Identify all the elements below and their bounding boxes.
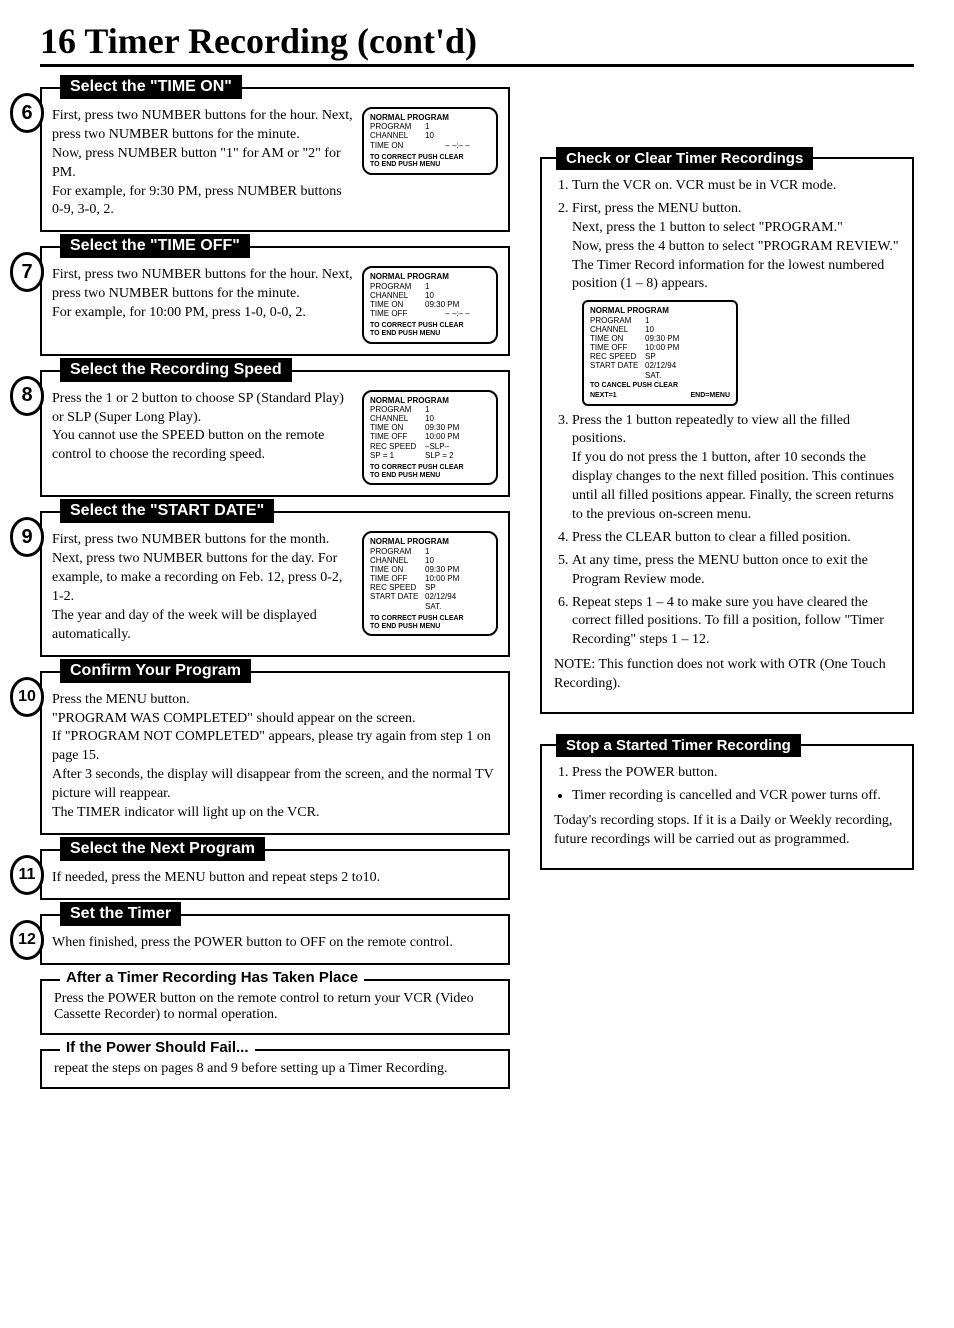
note-text: NOTE: This function does not work with O… (554, 656, 900, 694)
step-number: 12 (10, 920, 44, 960)
list-item: Timer recording is cancelled and VCR pow… (572, 787, 900, 806)
step-text: Press the 1 or 2 button to choose SP (St… (52, 390, 354, 466)
step-number: 6 (10, 93, 44, 133)
list-item: Press the POWER button. (572, 764, 900, 783)
after-recording-box: After a Timer Recording Has Taken Place … (40, 979, 510, 1035)
step-number: 8 (10, 376, 44, 416)
list-item: At any time, press the MENU button once … (572, 552, 900, 590)
sub-text: repeat the steps on pages 8 and 9 before… (54, 1061, 496, 1077)
osd-display: NORMAL PROGRAM PROGRAM1 CHANNEL10 TIME O… (362, 531, 498, 636)
step-text: When finished, press the POWER button to… (52, 934, 498, 953)
step-text: Press the MENU button. "PROGRAM WAS COMP… (52, 691, 498, 823)
sub-text: Press the POWER button on the remote con… (54, 991, 496, 1023)
list-item: Repeat steps 1 – 4 to make sure you have… (572, 594, 900, 651)
right-column: Check or Clear Timer Recordings Turn the… (540, 87, 914, 1103)
step-title: Select the Recording Speed (60, 358, 292, 382)
step-7: 7 Select the "TIME OFF" First, press two… (40, 246, 510, 355)
osd-display: NORMAL PROGRAM PROGRAM1 CHANNEL10 TIME O… (362, 390, 498, 486)
step-title: Select the "TIME ON" (60, 75, 242, 99)
stop-recording-box: Stop a Started Timer Recording Press the… (540, 744, 914, 870)
step-8: 8 Select the Recording Speed Press the 1… (40, 370, 510, 498)
step-text: First, press two NUMBER buttons for the … (52, 531, 354, 644)
page-title: 16 Timer Recording (cont'd) (40, 20, 914, 67)
list-item: First, press the MENU button. Next, pres… (572, 200, 900, 406)
step-text: First, press two NUMBER buttons for the … (52, 107, 354, 220)
box-title: Check or Clear Timer Recordings (556, 147, 813, 170)
left-column: 6 Select the "TIME ON" First, press two … (40, 87, 510, 1103)
step-title: Select the Next Program (60, 837, 265, 861)
osd-display: NORMAL PROGRAM PROGRAM1 CHANNEL10 TIME O… (362, 266, 498, 343)
step-number: 7 (10, 252, 44, 292)
step-10: 10 Confirm Your Program Press the MENU b… (40, 671, 510, 835)
list-item: Press the 1 button repeatedly to view al… (572, 412, 900, 525)
step-12: 12 Set the Timer When finished, press th… (40, 914, 510, 965)
sub-title: If the Power Should Fail... (60, 1039, 255, 1056)
osd-display: NORMAL PROGRAM PROGRAM1 CHANNEL10 TIME O… (362, 107, 498, 175)
step-number: 11 (10, 855, 44, 895)
osd-display: NORMAL PROGRAM PROGRAM1 CHANNEL10 TIME O… (582, 300, 738, 405)
list-item: Press the CLEAR button to clear a filled… (572, 529, 900, 548)
step-title: Confirm Your Program (60, 659, 251, 683)
step-number: 9 (10, 517, 44, 557)
step-text: If needed, press the MENU button and rep… (52, 869, 498, 888)
step-9: 9 Select the "START DATE" First, press t… (40, 511, 510, 656)
box-title: Stop a Started Timer Recording (556, 734, 801, 757)
check-clear-box: Check or Clear Timer Recordings Turn the… (540, 157, 914, 714)
power-fail-box: If the Power Should Fail... repeat the s… (40, 1049, 510, 1089)
step-6: 6 Select the "TIME ON" First, press two … (40, 87, 510, 232)
step-title: Set the Timer (60, 902, 181, 926)
tail-text: Today's recording stops. If it is a Dail… (554, 812, 900, 850)
step-number: 10 (10, 677, 44, 717)
list-item: Turn the VCR on. VCR must be in VCR mode… (572, 177, 900, 196)
step-title: Select the "START DATE" (60, 499, 274, 523)
sub-title: After a Timer Recording Has Taken Place (60, 969, 364, 986)
step-title: Select the "TIME OFF" (60, 234, 250, 258)
step-11: 11 Select the Next Program If needed, pr… (40, 849, 510, 900)
step-text: First, press two NUMBER buttons for the … (52, 266, 354, 323)
